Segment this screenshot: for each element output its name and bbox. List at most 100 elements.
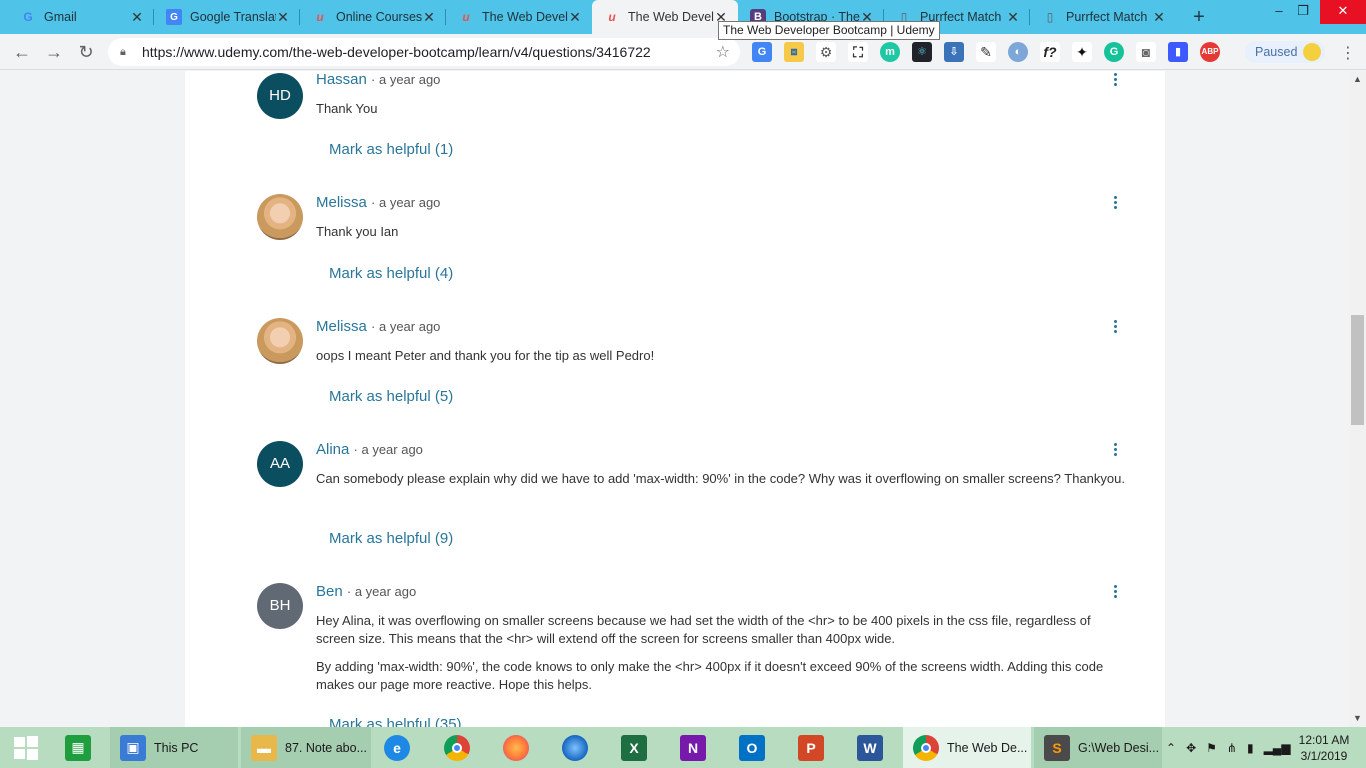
mark-helpful-button[interactable]: Mark as helpful (9) <box>329 530 453 547</box>
tab-purrfect-match-2[interactable]: ▯ Purrfect Match ✕ <box>1030 0 1176 34</box>
taskbar-chrome-window[interactable]: The Web De... <box>903 727 1031 768</box>
edge-icon: e <box>384 734 410 761</box>
eyedropper-icon[interactable]: ✎ <box>976 42 996 62</box>
forward-button[interactable]: → <box>42 40 66 64</box>
excel-icon: X <box>621 734 647 761</box>
profile-paused-button[interactable]: Paused <box>1245 41 1325 63</box>
page-scrollbar[interactable]: ▲ ▼ <box>1349 71 1366 727</box>
chrome-menu-icon[interactable]: ⋮ <box>1340 43 1356 63</box>
dropbox-icon[interactable]: ✥ <box>1186 741 1196 755</box>
author-name[interactable]: Alina <box>316 441 349 458</box>
scroll-up-arrow-icon[interactable]: ▲ <box>1353 74 1362 84</box>
bookmark-extension-icon[interactable]: ▮ <box>1168 42 1188 62</box>
post-time: · a year ago <box>346 584 417 599</box>
mark-helpful-button[interactable]: Mark as helpful (35) <box>329 716 462 727</box>
flag-icon[interactable]: ⚑ <box>1206 741 1217 755</box>
fonts-extension-icon[interactable]: f? <box>1040 42 1060 62</box>
store-taskbar-icon[interactable]: ▦ <box>56 727 100 768</box>
taskbar-sublime-text[interactable]: S G:\Web Desi... <box>1034 727 1162 768</box>
close-tab-icon[interactable]: ✕ <box>276 9 290 26</box>
reply-body: Thank you Ian <box>316 224 399 239</box>
scrollbar-thumb[interactable] <box>1351 315 1364 425</box>
close-tab-icon[interactable]: ✕ <box>130 9 144 26</box>
camera-icon[interactable]: ◙ <box>1136 42 1156 62</box>
taskbar-chrome[interactable] <box>444 727 476 768</box>
screenshot-extension-icon[interactable]: ⛶ <box>848 42 868 62</box>
bird-extension-icon[interactable]: ✦ <box>1072 42 1092 62</box>
reply-body: Thank You <box>316 101 378 116</box>
post-time: · a year ago <box>371 319 441 334</box>
bookmark-star-icon[interactable]: ☆ <box>716 42 730 62</box>
url-text: https://www.udemy.com/the-web-developer-… <box>142 44 651 60</box>
reply-body: oops I meant Peter and thank you for the… <box>316 348 655 363</box>
taskbar-clock[interactable]: 12:01 AM 3/1/2019 <box>1292 732 1356 764</box>
word-icon: W <box>857 734 883 761</box>
thunderbird-icon <box>562 734 588 761</box>
mark-helpful-button[interactable]: Mark as helpful (4) <box>329 265 453 282</box>
udemy-icon: u <box>608 10 616 24</box>
more-options-icon[interactable] <box>1114 73 1118 88</box>
tab-online-courses[interactable]: u Online Courses ✕ <box>300 0 446 34</box>
taskbar-firefox[interactable] <box>503 727 535 768</box>
more-options-icon[interactable] <box>1114 320 1118 335</box>
download-extension-icon[interactable]: ⇩ <box>944 42 964 62</box>
more-options-icon[interactable] <box>1114 585 1118 600</box>
battery-icon[interactable]: ▮ <box>1247 741 1254 755</box>
grammarly-icon[interactable]: G <box>1104 42 1124 62</box>
scroll-down-arrow-icon[interactable]: ▼ <box>1353 713 1362 723</box>
mark-helpful-button[interactable]: Mark as helpful (1) <box>329 141 453 158</box>
adblock-icon[interactable]: ABP <box>1200 42 1220 62</box>
taskbar-file-explorer[interactable]: ▬ 87. Note abo... <box>241 727 371 768</box>
close-tab-icon[interactable]: ✕ <box>422 9 436 26</box>
browser-tab-strip: G Gmail ✕ G Google Translat ✕ u Online C… <box>0 0 1366 34</box>
author-name[interactable]: Hassan <box>316 71 367 88</box>
python-extension-icon[interactable]: ⧈ <box>784 42 804 62</box>
author-name[interactable]: Melissa <box>316 194 367 211</box>
back-button[interactable]: ← <box>10 40 34 64</box>
start-button[interactable] <box>0 727 52 768</box>
gear-extension-icon[interactable]: ⚙ <box>816 42 836 62</box>
show-hidden-icons-icon[interactable]: ⌃ <box>1166 741 1176 755</box>
mercury-extension-icon[interactable]: m <box>880 42 900 62</box>
taskbar-excel[interactable]: X <box>621 727 653 768</box>
taskbar-outlook[interactable]: O <box>739 727 771 768</box>
folder-icon: ▬ <box>251 734 277 761</box>
more-options-icon[interactable] <box>1114 443 1118 458</box>
windows-taskbar: ▦ ▣ This PC ▬ 87. Note abo... e X N O P … <box>0 727 1366 768</box>
translate-extension-icon[interactable]: G <box>752 42 772 62</box>
address-bar[interactable]: 🔒︎ https://www.udemy.com/the-web-develop… <box>108 38 740 66</box>
browser-toolbar: ← → ↻ 🔒︎ https://www.udemy.com/the-web-d… <box>0 34 1366 70</box>
taskbar-edge[interactable]: e <box>384 727 416 768</box>
close-tab-icon[interactable]: ✕ <box>1152 9 1166 26</box>
taskbar-word[interactable]: W <box>857 727 889 768</box>
wifi-signal-icon[interactable]: ▂▄▆ <box>1264 741 1291 755</box>
taskbar-onenote[interactable]: N <box>680 727 712 768</box>
tab-web-developer-active[interactable]: u The Web Devel ✕ <box>592 0 738 34</box>
avatar[interactable]: HD <box>257 73 303 119</box>
close-tab-icon[interactable]: ✕ <box>568 9 582 26</box>
mark-helpful-button[interactable]: Mark as helpful (5) <box>329 388 453 405</box>
more-options-icon[interactable] <box>1114 196 1118 211</box>
tab-web-developer-1[interactable]: u The Web Devel ✕ <box>446 0 592 34</box>
taskbar-thunderbird[interactable] <box>562 727 594 768</box>
author-name[interactable]: Melissa <box>316 318 367 335</box>
google-translate-icon: G <box>166 9 182 25</box>
react-devtools-icon[interactable]: ⚛ <box>912 42 932 62</box>
taskbar-powerpoint[interactable]: P <box>798 727 830 768</box>
close-window-button[interactable]: ✕ <box>1320 0 1366 24</box>
reload-button[interactable]: ↻ <box>74 40 98 64</box>
tab-google-translate[interactable]: G Google Translat ✕ <box>154 0 300 34</box>
circle-extension-icon[interactable]: ◐ <box>1008 42 1028 62</box>
new-tab-button[interactable]: + <box>1188 6 1210 28</box>
author-name[interactable]: Ben <box>316 583 343 600</box>
avatar[interactable] <box>257 194 303 240</box>
post-time: · a year ago <box>371 195 441 210</box>
tab-gmail[interactable]: G Gmail ✕ <box>8 0 154 34</box>
avatar[interactable] <box>257 318 303 364</box>
avatar[interactable]: AA <box>257 441 303 487</box>
avatar[interactable]: BH <box>257 583 303 629</box>
close-tab-icon[interactable]: ✕ <box>1006 9 1020 26</box>
chrome-icon <box>444 734 470 761</box>
network-icon[interactable]: ⋔ <box>1227 741 1237 755</box>
taskbar-this-pc[interactable]: ▣ This PC <box>110 727 238 768</box>
